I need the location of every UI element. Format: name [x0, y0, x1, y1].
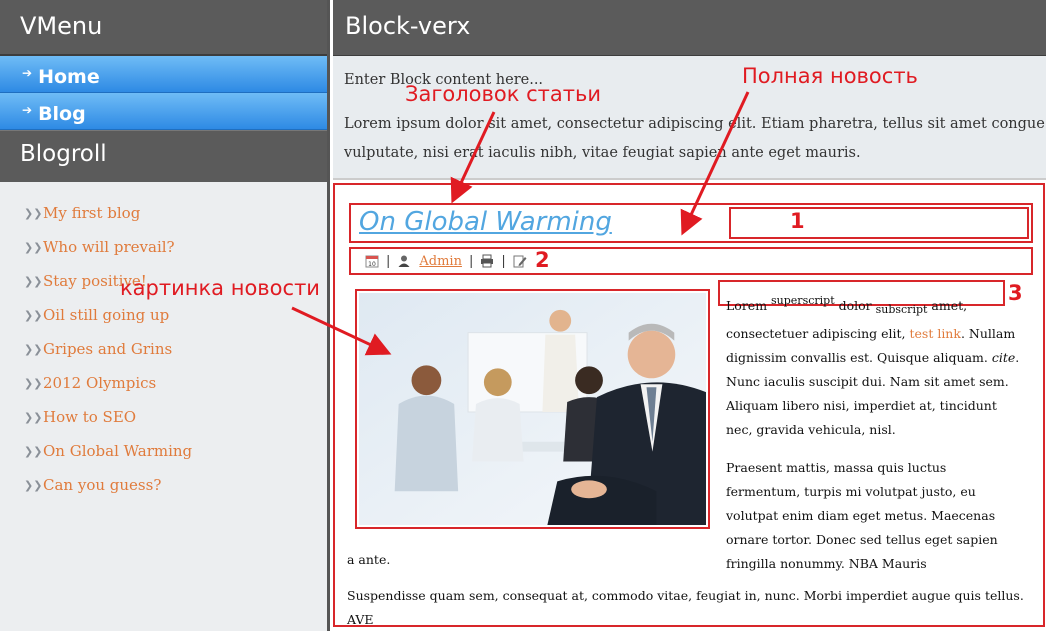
article-title[interactable]: On Global Warming [359, 207, 612, 237]
list-item: ❯❯ How to SEO [0, 400, 327, 434]
block-content: Enter Block content here... Lorem ipsum … [333, 56, 1046, 180]
arrow-right-icon: ➔ [22, 103, 33, 117]
chevron-right-icon: ❯❯ [24, 478, 43, 492]
chevron-right-icon: ❯❯ [24, 240, 43, 254]
annotation-article-title: Заголовок статьи [405, 82, 601, 106]
annotation-number-2: 2 [535, 248, 550, 272]
print-icon[interactable] [480, 254, 494, 268]
article-meta-bar: 10 | Admin | | [349, 247, 1033, 275]
article-paragraph: a ante. [347, 552, 391, 567]
article-body: a ante. Suspendisse quam sem, consequat … [347, 548, 1043, 631]
annotation-box-1 [729, 207, 1029, 239]
subscript-text: subscript [875, 303, 928, 316]
chevron-right-icon: ❯❯ [24, 342, 43, 356]
article-paragraph: Suspendisse quam sem, consequat at, comm… [347, 588, 1024, 627]
blogroll-title: Blogroll [0, 130, 327, 182]
blogroll-link[interactable]: My first blog [43, 204, 140, 222]
article-title-box: On Global Warming [349, 203, 1033, 243]
separator: | [386, 253, 391, 269]
blogroll-list: ❯❯ My first blog ❯❯ Who will prevail? ❯❯ St… [0, 182, 327, 502]
svg-text:10: 10 [368, 261, 376, 268]
cite-text: cite [991, 350, 1016, 365]
chevron-right-icon: ❯❯ [24, 410, 43, 424]
blogroll-link[interactable]: How to SEO [43, 408, 136, 426]
edit-icon[interactable] [513, 254, 527, 268]
blogroll-link[interactable]: Can you guess? [43, 476, 161, 494]
user-icon [397, 254, 411, 268]
chevron-right-icon: ❯❯ [24, 206, 43, 220]
list-item: ❯❯ Who will prevail? [0, 230, 327, 264]
calendar-icon: 10 [365, 254, 379, 268]
business-meeting-photo [359, 293, 706, 525]
list-item: ❯❯ Oil still going up [0, 298, 327, 332]
annotation-full-news: Полная новость [742, 64, 918, 88]
article-full-news: On Global Warming 10 | Admin | | Lorem s… [333, 183, 1045, 627]
blogroll-link[interactable]: Oil still going up [43, 306, 169, 324]
article-paragraph: Lorem superscript dolor subscript amet, … [726, 289, 1022, 442]
superscript-text: superscript [771, 294, 835, 307]
list-item: ❯❯ Can you guess? [0, 468, 327, 502]
article-image [355, 289, 710, 529]
annotation-news-image: картинка новости [120, 276, 320, 300]
article-intro: Lorem superscript dolor subscript amet, … [726, 289, 1022, 590]
annotation-number-3: 3 [1008, 281, 1023, 305]
test-link[interactable]: test link [909, 326, 960, 341]
menu-item-label: Blog [38, 103, 86, 125]
list-item: ❯❯ On Global Warming [0, 434, 327, 468]
block-title: Block-verx [333, 0, 1046, 56]
list-item: ❯❯ Gripes and Grins [0, 332, 327, 366]
block-text-paragraph: Lorem ipsum dolor sit amet, consectetur … [344, 116, 1045, 161]
author-link[interactable]: Admin [419, 254, 462, 269]
separator: | [468, 253, 474, 269]
text-span: Lorem [726, 298, 772, 313]
menu-item-blog[interactable]: ➔ Blog [0, 93, 327, 130]
chevron-right-icon: ❯❯ [24, 444, 43, 458]
chevron-right-icon: ❯❯ [24, 376, 43, 390]
separator: | [501, 253, 506, 269]
menu-item-home[interactable]: ➔ Home [0, 56, 327, 93]
blogroll-link[interactable]: Gripes and Grins [43, 340, 172, 358]
annotation-number-1: 1 [790, 209, 805, 233]
blogroll-link[interactable]: Who will prevail? [43, 238, 175, 256]
text-span: dolor [834, 298, 876, 313]
blogroll-link[interactable]: 2012 Olympics [43, 374, 156, 392]
blogroll-link[interactable]: On Global Warming [43, 442, 192, 460]
list-item: ❯❯ My first blog [0, 196, 327, 230]
chevron-right-icon: ❯❯ [24, 274, 43, 288]
list-item: ❯❯ 2012 Olympics [0, 366, 327, 400]
arrow-right-icon: ➔ [22, 66, 33, 80]
chevron-right-icon: ❯❯ [24, 308, 43, 322]
menu-item-label: Home [38, 66, 100, 88]
sidebar: VMenu ➔ Home ➔ Blog Blogroll ❯❯ My first … [0, 0, 330, 631]
sidebar-title: VMenu [0, 0, 327, 56]
